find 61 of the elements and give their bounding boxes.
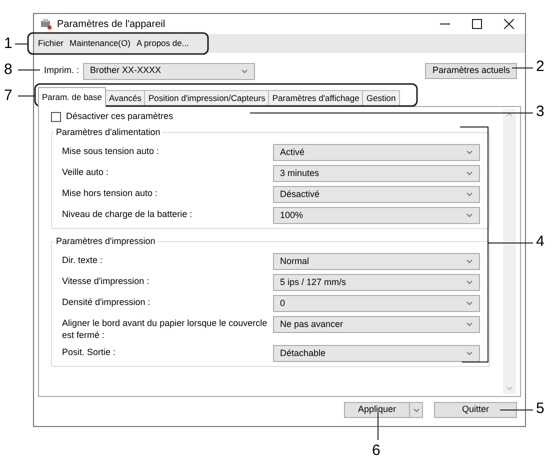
dropdown-caret-icon (466, 280, 473, 285)
dropdown-caret-icon (466, 192, 473, 197)
callout-number: 6 (372, 442, 380, 460)
dropdown-field[interactable]: 5 ips / 127 mm/s (273, 274, 480, 291)
dropdown-field[interactable]: Désactivé (273, 186, 480, 203)
callout-number: 4 (536, 233, 544, 251)
callout-number: 7 (4, 87, 12, 105)
tab[interactable]: Paramètres d'affichage (269, 90, 364, 107)
group-title: Paramètres d'alimentation (54, 127, 162, 138)
scrollbar[interactable] (503, 109, 516, 394)
setting-label: Densité d'impression : (62, 296, 152, 308)
dropdown-caret-icon (466, 171, 473, 176)
printer-settings-icon (40, 18, 52, 30)
dropdown-caret-icon (241, 68, 248, 74)
dropdown-caret-icon (412, 408, 420, 412)
maximize-icon[interactable] (472, 19, 482, 29)
dropdown-field[interactable]: Normal (273, 253, 480, 270)
dropdown-field[interactable]: Ne pas avancer (273, 316, 480, 333)
dropdown-field[interactable]: Activé (273, 144, 480, 161)
checkbox[interactable] (51, 112, 61, 122)
setting-label: Mise hors tension auto : (62, 187, 159, 199)
menu-item[interactable]: Fichier (38, 37, 64, 50)
dropdown-caret-icon (466, 322, 473, 327)
callout-number: 3 (536, 103, 544, 121)
callout-number: 2 (536, 58, 544, 76)
apply-dropdown-button[interactable] (410, 402, 423, 418)
apply-button[interactable]: Appliquer (344, 402, 410, 418)
setting-label: Dir. texte : (62, 254, 104, 266)
setting-label: Aligner le bord avant du papier lorsque le couvercle est fermé : (62, 317, 268, 341)
quit-button[interactable]: Quitter (434, 402, 517, 418)
dropdown-caret-icon (466, 351, 473, 356)
callout-number: 8 (4, 61, 12, 79)
scroll-up-icon[interactable] (506, 112, 513, 117)
printer-label: Imprim. : (44, 64, 80, 78)
menu-item[interactable]: A propos de... (136, 37, 189, 50)
group-title: Paramètres d'impression (54, 236, 158, 247)
dropdown-caret-icon (466, 259, 473, 264)
dropdown-field[interactable]: Détachable (273, 345, 480, 362)
window-title: Paramètres de l'appareil (57, 18, 166, 32)
dropdown-caret-icon (466, 301, 473, 306)
tab[interactable]: Position d'impression/Capteurs (145, 90, 270, 107)
setting-label: Posit. Sortie : (62, 346, 117, 358)
dropdown-field[interactable]: 0 (273, 295, 480, 312)
dropdown-field[interactable]: 100% (273, 207, 480, 224)
tab[interactable]: Avancés (106, 90, 146, 107)
callout-number: 1 (4, 35, 12, 53)
tab[interactable]: Param. de base (38, 87, 106, 107)
menu-item[interactable]: Maintenance(O) (70, 37, 130, 50)
setting-label: Mise sous tension auto : (62, 145, 160, 157)
setting-label: Veille auto : (62, 166, 110, 178)
dropdown-field[interactable]: 3 minutes (273, 165, 480, 182)
callout-number: 5 (536, 400, 544, 418)
close-icon[interactable] (504, 19, 514, 29)
dropdown-caret-icon (466, 150, 473, 155)
checkbox-label: Désactiver ces paramètres (66, 110, 174, 124)
setting-label: Niveau de charge de la batterie : (62, 208, 194, 220)
dropdown-caret-icon (466, 213, 473, 218)
tab[interactable]: Gestion (363, 90, 400, 107)
setting-label: Vitesse d'impression : (62, 275, 150, 287)
current-settings-button[interactable]: Paramètres actuels (425, 63, 517, 79)
dropdown-field[interactable]: Brother XX-XXXX (83, 62, 255, 80)
